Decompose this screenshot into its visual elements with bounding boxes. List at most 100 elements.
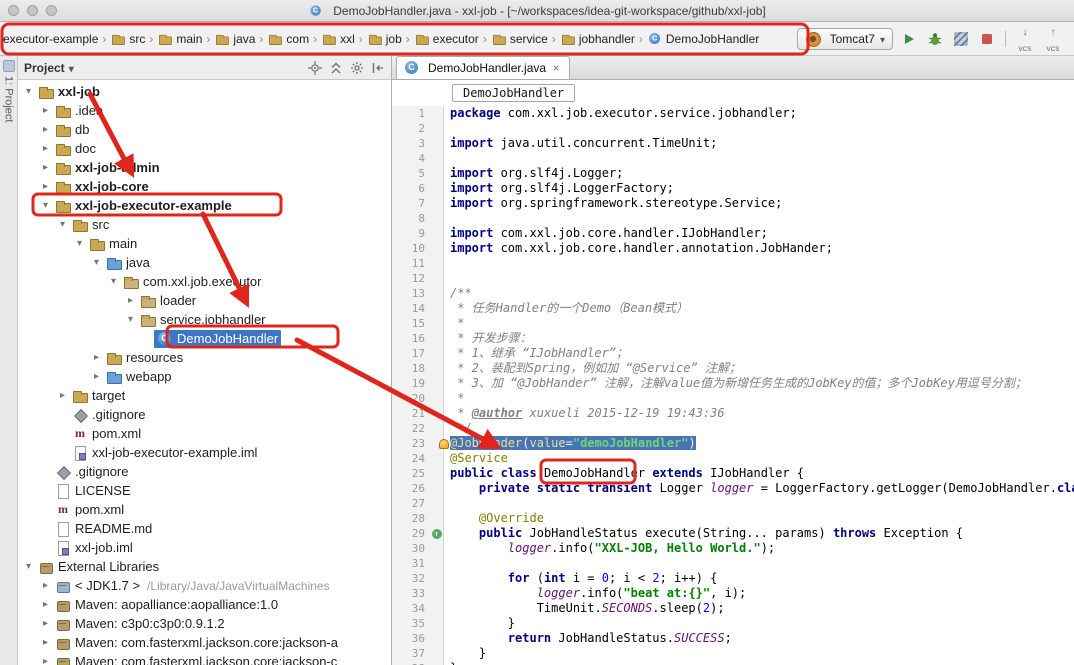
project-view-selector[interactable]: Project	[24, 61, 74, 75]
run-config-selector[interactable]: Tomcat7	[797, 28, 893, 50]
collapsed-arrow-icon[interactable]: ▸	[39, 162, 52, 173]
tree-item-maven-c3p0-c3p0-0-9-1-2[interactable]: ▸Maven: c3p0:c3p0:0.9.1.2	[18, 614, 391, 633]
collapsed-arrow-icon[interactable]: ▸	[124, 295, 137, 306]
collapsed-arrow-icon[interactable]: ▸	[39, 599, 52, 610]
scroll-to-source-icon[interactable]	[308, 61, 322, 75]
collapsed-arrow-icon[interactable]: ▸	[39, 143, 52, 154]
collapse-all-icon[interactable]	[329, 61, 343, 75]
breadcrumb-item-demojobhandler[interactable]: DemoJobHandler	[646, 31, 760, 47]
class-breadcrumb-chip[interactable]: DemoJobHandler	[452, 84, 575, 102]
tree-item-src[interactable]: ▾src	[18, 215, 391, 234]
hide-panel-icon[interactable]	[371, 61, 385, 75]
tree-item-idea[interactable]: ▸.idea	[18, 101, 391, 120]
stop-button[interactable]	[977, 29, 997, 49]
tree-item-maven-com-fasterxml-jackson-core-jackson-a[interactable]: ▸Maven: com.fasterxml.jackson.core:jacks…	[18, 633, 391, 652]
tree-item-pom-xml[interactable]: pom.xml	[18, 424, 391, 443]
collapsed-arrow-icon[interactable]: ▸	[39, 181, 52, 192]
intention-bulb-icon[interactable]	[439, 439, 449, 449]
tree-item-pom-xml[interactable]: pom.xml	[18, 500, 391, 519]
expanded-arrow-icon[interactable]: ▾	[107, 276, 120, 287]
run-button[interactable]	[899, 29, 919, 49]
breadcrumb-item-xxl[interactable]: xxl	[320, 31, 356, 47]
tree-item-com-xxl-job-executor[interactable]: ▾com.xxl.job.executor	[18, 272, 391, 291]
tree-item-demojobhandler[interactable]: DemoJobHandler	[18, 329, 391, 348]
expanded-arrow-icon[interactable]: ▾	[22, 86, 35, 97]
tree-item-xxl-job[interactable]: ▾xxl-job	[18, 82, 391, 101]
tree-item-license[interactable]: LICENSE	[18, 481, 391, 500]
expanded-arrow-icon[interactable]: ▾	[39, 200, 52, 211]
breadcrumb-item-jobhandler[interactable]: jobhandler	[559, 31, 636, 47]
tree-item-gitignore[interactable]: .gitignore	[18, 405, 391, 424]
breadcrumb-label: com	[286, 32, 309, 46]
code-area[interactable]: 1package com.xxl.job.executor.service.jo…	[392, 106, 1074, 665]
collapsed-arrow-icon[interactable]: ▸	[39, 580, 52, 591]
tree-item-jdk1-7[interactable]: ▸< JDK1.7 >/Library/Java/JavaVirtualMach…	[18, 576, 391, 595]
coverage-button[interactable]	[951, 29, 971, 49]
breadcrumb-item-main[interactable]: main	[156, 31, 203, 47]
expanded-arrow-icon[interactable]: ▾	[56, 219, 69, 230]
expanded-arrow-icon[interactable]: ▾	[124, 314, 137, 325]
tree-item-external-libraries[interactable]: ▾External Libraries	[18, 557, 391, 576]
tree-item-db[interactable]: ▸db	[18, 120, 391, 139]
tree-item-xxl-job-executor-example-iml[interactable]: xxl-job-executor-example.iml	[18, 443, 391, 462]
folder-icon	[55, 179, 71, 195]
collapsed-arrow-icon[interactable]: ▸	[39, 105, 52, 116]
folder-icon	[112, 32, 126, 46]
vcs-commit-button[interactable]	[1042, 29, 1064, 49]
tree-item-xxl-job-executor-example[interactable]: ▾xxl-job-executor-example	[18, 196, 391, 215]
maven-icon	[72, 426, 88, 442]
tree-item-doc[interactable]: ▸doc	[18, 139, 391, 158]
line-number: 22	[392, 421, 430, 436]
breadcrumb-item-java[interactable]: java	[213, 31, 256, 47]
expanded-arrow-icon[interactable]: ▾	[90, 257, 103, 268]
code-line: 5import org.slf4j.Logger;	[392, 166, 1074, 181]
collapsed-arrow-icon[interactable]: ▸	[90, 352, 103, 363]
vcs-update-button[interactable]	[1014, 29, 1036, 49]
close-tab-icon[interactable]	[550, 61, 562, 75]
expanded-arrow-icon[interactable]: ▾	[73, 238, 86, 249]
vcs-label	[1047, 39, 1060, 55]
tree-item-target[interactable]: ▸target	[18, 386, 391, 405]
project-tool-window-button[interactable]: 1: Project	[3, 76, 15, 122]
tree-item-maven-com-fasterxml-jackson-core-jackson-c[interactable]: ▸Maven: com.fasterxml.jackson.core:jacks…	[18, 652, 391, 665]
debug-button[interactable]	[925, 29, 945, 49]
collapsed-arrow-icon[interactable]: ▸	[39, 637, 52, 648]
minimize-window-button[interactable]	[27, 5, 38, 16]
override-marker-icon[interactable]: ↑	[432, 529, 442, 539]
collapsed-arrow-icon[interactable]: ▸	[39, 656, 52, 665]
settings-gear-icon[interactable]	[350, 61, 364, 75]
collapsed-arrow-icon[interactable]: ▸	[39, 124, 52, 135]
maximize-window-button[interactable]	[46, 5, 57, 16]
collapsed-arrow-icon[interactable]: ▸	[39, 618, 52, 629]
expanded-arrow-icon[interactable]: ▾	[22, 561, 35, 572]
project-tool-window-icon[interactable]	[3, 60, 15, 72]
breadcrumb-item-src[interactable]: src	[109, 31, 146, 47]
tree-item-service-jobhandler[interactable]: ▾service.jobhandler	[18, 310, 391, 329]
breadcrumb-item-job[interactable]: job	[366, 31, 403, 47]
tree-item-main[interactable]: ▾main	[18, 234, 391, 253]
gutter-cell	[430, 421, 444, 436]
breadcrumb-item-executor-example[interactable]: executor-example	[2, 32, 99, 46]
breadcrumb-item-executor[interactable]: executor	[413, 31, 480, 47]
code-text: import org.springframework.stereotype.Se…	[444, 196, 1074, 211]
tree-item-maven-aopalliance-aopalliance-1-0[interactable]: ▸Maven: aopalliance:aopalliance:1.0	[18, 595, 391, 614]
tree-item-xxl-job-core[interactable]: ▸xxl-job-core	[18, 177, 391, 196]
breadcrumb-item-service[interactable]: service	[490, 31, 549, 47]
tree-item-xxl-job-iml[interactable]: xxl-job.iml	[18, 538, 391, 557]
tree-item-xxl-job-admin[interactable]: ▸xxl-job-admin	[18, 158, 391, 177]
tree-item-webapp[interactable]: ▸webapp	[18, 367, 391, 386]
close-window-button[interactable]	[8, 5, 19, 16]
line-number: 36	[392, 631, 430, 646]
collapsed-arrow-icon[interactable]: ▸	[90, 371, 103, 382]
breadcrumb-item-com[interactable]: com	[266, 31, 310, 47]
collapsed-arrow-icon[interactable]: ▸	[56, 390, 69, 401]
tree-item-java[interactable]: ▾java	[18, 253, 391, 272]
code-line: 8	[392, 211, 1074, 226]
tab-demojobhandler-java[interactable]: DemoJobHandler.java	[396, 56, 570, 79]
gutter-cell	[430, 226, 444, 241]
tree-item-loader[interactable]: ▸loader	[18, 291, 391, 310]
tree-item-readme-md[interactable]: README.md	[18, 519, 391, 538]
code-text: return JobHandleStatus.SUCCESS;	[444, 631, 1074, 646]
tree-item-gitignore[interactable]: .gitignore	[18, 462, 391, 481]
tree-item-resources[interactable]: ▸resources	[18, 348, 391, 367]
